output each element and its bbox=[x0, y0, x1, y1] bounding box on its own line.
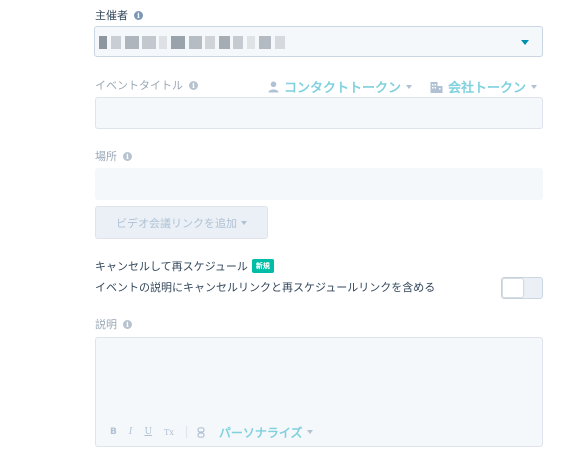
info-icon[interactable]: i bbox=[123, 151, 132, 161]
info-icon[interactable]: i bbox=[134, 10, 143, 20]
event-title-input[interactable] bbox=[95, 97, 543, 129]
building-icon bbox=[430, 81, 443, 93]
description-label: 説明 i bbox=[95, 316, 132, 332]
info-icon[interactable]: i bbox=[189, 80, 198, 90]
company-token-label: 会社トークン bbox=[448, 81, 527, 96]
clear-format-button[interactable]: Tx bbox=[164, 428, 174, 437]
cancel-reschedule-description: イベントの説明にキャンセルリンクと再スケジュールリンクを含める bbox=[95, 279, 435, 295]
company-token-dropdown[interactable]: 会社トークン bbox=[430, 77, 538, 96]
personalize-label: パーソナライズ bbox=[218, 425, 303, 440]
chevron-down-icon[interactable] bbox=[521, 40, 529, 45]
event-title-label: イベントタイトル i bbox=[95, 77, 198, 93]
contact-token-label: コンタクトトークン bbox=[284, 81, 402, 96]
cancel-reschedule-toggle[interactable] bbox=[501, 277, 543, 299]
toolbar-divider bbox=[185, 426, 187, 438]
cancel-reschedule-title: キャンセルして再スケジュール bbox=[95, 260, 248, 273]
cancel-reschedule-description-text: イベントの説明にキャンセルリンクと再スケジュールリンクを含める bbox=[95, 281, 436, 294]
chevron-down-icon bbox=[306, 430, 313, 434]
link-icon[interactable] bbox=[197, 426, 205, 438]
organizer-select[interactable] bbox=[94, 26, 543, 57]
add-video-link-button[interactable]: ビデオ会議リンクを追加 bbox=[95, 206, 268, 239]
italic-button[interactable]: I bbox=[129, 427, 133, 437]
chevron-down-icon bbox=[406, 84, 413, 89]
location-label-text: 場所 bbox=[95, 150, 117, 163]
underline-button[interactable]: U bbox=[144, 427, 152, 437]
chevron-down-icon bbox=[241, 220, 247, 225]
location-label: 場所 i bbox=[95, 148, 132, 164]
organizer-label-text: 主催者 bbox=[95, 9, 128, 22]
chevron-down-icon bbox=[531, 84, 538, 89]
personalize-dropdown[interactable]: パーソナライズ bbox=[219, 424, 313, 441]
editor-toolbar: B I U Tx パーソナライズ bbox=[110, 424, 313, 441]
bold-button[interactable]: B bbox=[110, 427, 117, 437]
location-input[interactable] bbox=[95, 168, 543, 200]
event-title-label-text: イベントタイトル bbox=[95, 79, 183, 92]
new-badge: 新規 bbox=[251, 259, 274, 273]
toggle-knob bbox=[503, 279, 523, 297]
organizer-label: 主催者 i bbox=[95, 7, 143, 23]
info-icon[interactable]: i bbox=[123, 319, 132, 329]
person-icon bbox=[268, 81, 279, 92]
add-video-link-label: ビデオ会議リンクを追加 bbox=[116, 216, 237, 230]
contact-token-dropdown[interactable]: コンタクトトークン bbox=[268, 77, 413, 96]
description-label-text: 説明 bbox=[95, 318, 117, 331]
cancel-reschedule-heading: キャンセルして再スケジュール 新規 bbox=[95, 258, 274, 274]
